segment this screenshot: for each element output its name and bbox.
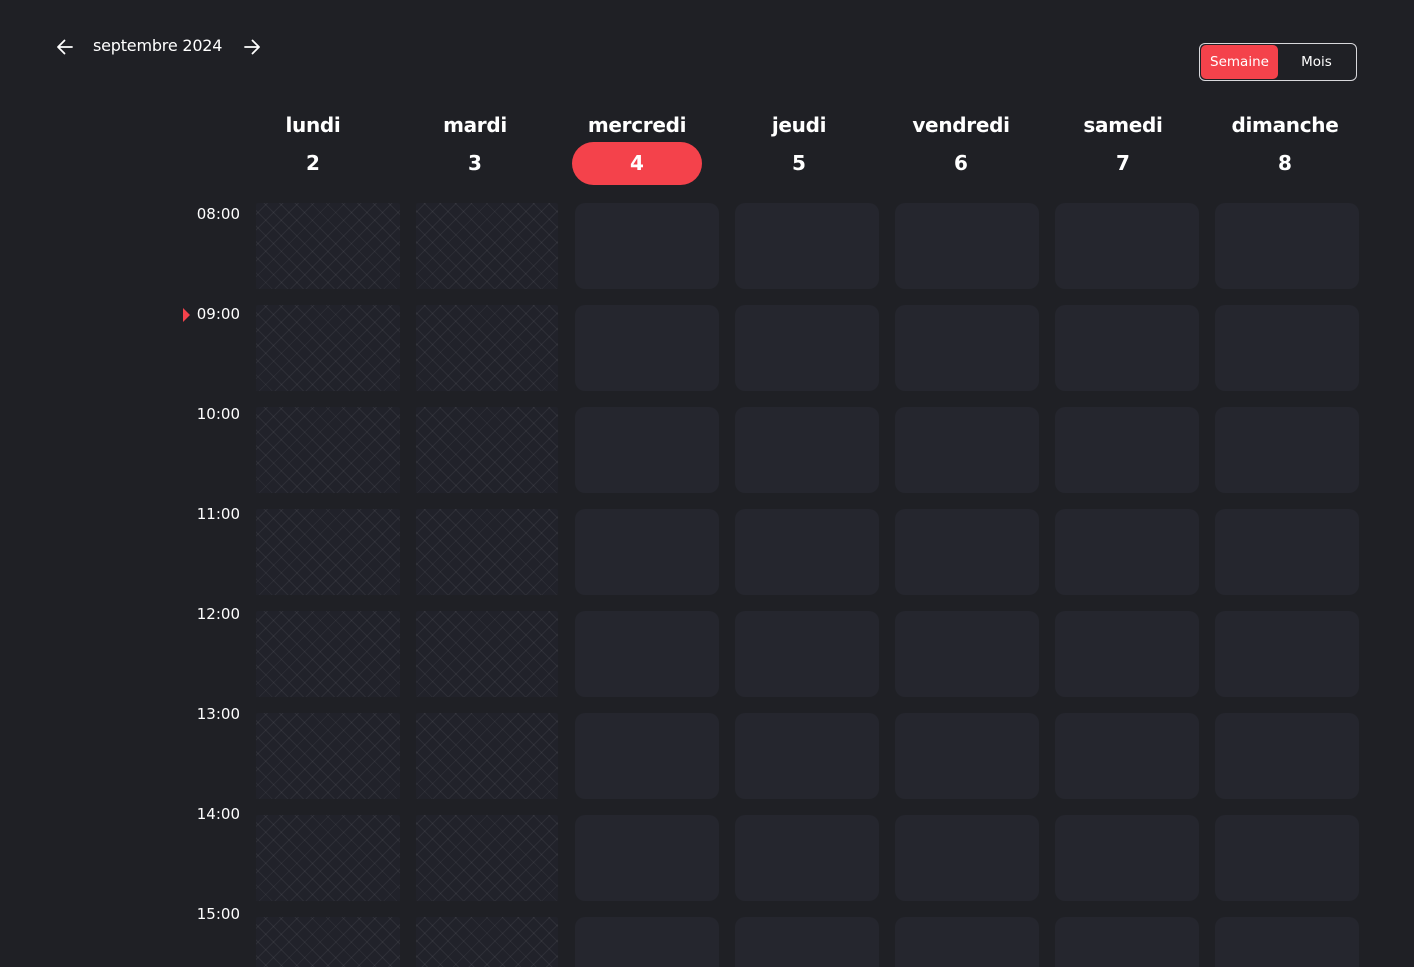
time-slot[interactable]	[895, 203, 1039, 289]
day-name: dimanche	[1231, 113, 1339, 137]
unavailable-slot	[256, 917, 400, 967]
time-slot[interactable]	[1055, 917, 1199, 967]
time-slot[interactable]	[575, 713, 719, 799]
day-header-lundi: lundi 2	[241, 112, 385, 185]
time-slot[interactable]	[895, 713, 1039, 799]
time-label: 08:00	[196, 205, 240, 223]
unavailable-slot	[416, 305, 558, 391]
day-name: mercredi	[587, 113, 687, 137]
unavailable-slot	[416, 407, 558, 493]
current-time-marker	[183, 308, 190, 322]
day-header-samedi: samedi 7	[1051, 112, 1195, 185]
time-slot[interactable]	[735, 815, 879, 901]
time-slot[interactable]	[575, 203, 719, 289]
time-label: 11:00	[196, 505, 240, 523]
day-name: lundi	[285, 113, 341, 137]
time-slot[interactable]	[1055, 203, 1199, 289]
day-name: vendredi	[912, 113, 1010, 137]
time-slot[interactable]	[1215, 203, 1359, 289]
time-slot[interactable]	[895, 917, 1039, 967]
time-slot[interactable]	[1215, 509, 1359, 595]
unavailable-slot	[416, 203, 558, 289]
day-header-dimanche: dimanche 8	[1213, 112, 1357, 185]
time-slot[interactable]	[1055, 815, 1199, 901]
unavailable-slot	[416, 815, 558, 901]
unavailable-slot	[256, 305, 400, 391]
time-slot[interactable]	[1055, 611, 1199, 697]
today-date-badge[interactable]: 4	[572, 142, 702, 185]
time-slot[interactable]	[735, 509, 879, 595]
unavailable-slot	[256, 203, 400, 289]
time-slot[interactable]	[735, 305, 879, 391]
day-number[interactable]: 3	[410, 142, 540, 185]
time-slot[interactable]	[1215, 611, 1359, 697]
time-slot[interactable]	[575, 305, 719, 391]
month-view-button[interactable]: Mois	[1278, 45, 1355, 79]
time-slot[interactable]	[1215, 305, 1359, 391]
unavailable-slot	[416, 713, 558, 799]
unavailable-slot	[416, 917, 558, 967]
time-slot[interactable]	[575, 815, 719, 901]
time-slot[interactable]	[735, 917, 879, 967]
arrow-right-icon	[244, 39, 260, 55]
unavailable-slot	[256, 611, 400, 697]
time-slot[interactable]	[735, 203, 879, 289]
time-label: 12:00	[196, 605, 240, 623]
time-slot[interactable]	[1215, 917, 1359, 967]
time-slot[interactable]	[735, 407, 879, 493]
time-slot[interactable]	[575, 611, 719, 697]
time-slot[interactable]	[1055, 713, 1199, 799]
unavailable-slot	[256, 407, 400, 493]
time-slot[interactable]	[735, 611, 879, 697]
time-slot[interactable]	[895, 509, 1039, 595]
day-header-vendredi: vendredi 6	[889, 112, 1033, 185]
time-label: 10:00	[196, 405, 240, 423]
time-label: 15:00	[196, 905, 240, 923]
time-slot[interactable]	[735, 713, 879, 799]
time-slot[interactable]	[1055, 407, 1199, 493]
arrow-left-icon	[57, 39, 73, 55]
unavailable-slot	[256, 713, 400, 799]
month-label: septembre 2024	[93, 36, 223, 55]
time-slot[interactable]	[575, 509, 719, 595]
time-slot[interactable]	[895, 305, 1039, 391]
day-header-mercredi: mercredi 4	[565, 112, 709, 185]
day-name: jeudi	[771, 113, 827, 137]
week-view-button[interactable]: Semaine	[1201, 45, 1278, 79]
day-name: mardi	[443, 113, 507, 137]
unavailable-slot	[416, 611, 558, 697]
time-slot[interactable]	[895, 611, 1039, 697]
day-name: samedi	[1083, 113, 1163, 137]
time-slot[interactable]	[1055, 305, 1199, 391]
day-number[interactable]: 5	[734, 142, 864, 185]
day-header-mardi: mardi 3	[403, 112, 547, 185]
previous-week-button[interactable]	[52, 34, 78, 60]
time-slot[interactable]	[895, 815, 1039, 901]
day-number[interactable]: 7	[1058, 142, 1188, 185]
day-number[interactable]: 6	[896, 142, 1026, 185]
day-number[interactable]: 2	[248, 142, 378, 185]
time-label: 14:00	[196, 805, 240, 823]
unavailable-slot	[256, 509, 400, 595]
time-slot[interactable]	[895, 407, 1039, 493]
calendar-app: septembre 2024 Semaine Mois lundi 2 mardi 3…	[0, 0, 1414, 967]
day-header-jeudi: jeudi 5	[727, 112, 871, 185]
time-slot[interactable]	[1215, 713, 1359, 799]
time-label: 09:00	[196, 305, 240, 323]
day-number[interactable]: 8	[1220, 142, 1350, 185]
time-label: 13:00	[196, 705, 240, 723]
next-week-button[interactable]	[239, 34, 265, 60]
time-slot[interactable]	[1055, 509, 1199, 595]
time-slot[interactable]	[575, 917, 719, 967]
unavailable-slot	[256, 815, 400, 901]
unavailable-slot	[416, 509, 558, 595]
time-slot[interactable]	[575, 407, 719, 493]
time-slot[interactable]	[1215, 407, 1359, 493]
view-toggle: Semaine Mois	[1199, 43, 1357, 81]
time-slot[interactable]	[1215, 815, 1359, 901]
